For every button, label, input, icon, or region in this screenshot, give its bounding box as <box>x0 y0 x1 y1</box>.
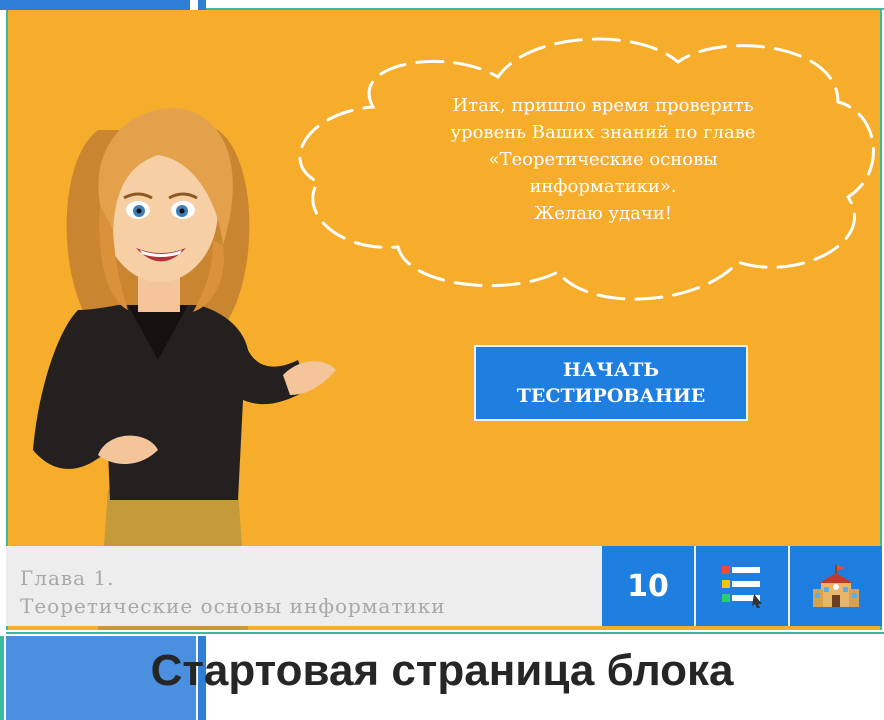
speech-line: Желаю удачи! <box>534 203 672 224</box>
slide-canvas: Итак, пришло время проверить уровень Ваш… <box>6 10 882 630</box>
speech-line: «Теоретические основы <box>488 149 718 170</box>
speech-line: Итак, пришло время проверить <box>452 95 754 116</box>
start-test-label-line1: НАЧАТЬ <box>562 359 660 381</box>
home-school-button[interactable] <box>790 546 882 626</box>
questions-list-icon <box>722 566 762 608</box>
bottom-divider-line <box>6 632 884 634</box>
speech-line: уровень Ваших знаний по главе <box>450 122 756 143</box>
speech-text: Итак, пришло время проверить уровень Ваш… <box>378 92 828 227</box>
start-test-label-line2: ТЕСТИРОВАНИЕ <box>516 385 706 407</box>
questions-list-button[interactable] <box>696 546 788 626</box>
top-accent-block <box>0 0 190 10</box>
top-accent-bar <box>198 0 206 10</box>
speech-line: информатики». <box>529 176 677 197</box>
chapter-footer: Глава 1. Теоретические основы информатик… <box>6 546 882 626</box>
start-test-button[interactable]: НАЧАТЬ ТЕСТИРОВАНИЕ <box>474 345 748 421</box>
school-icon <box>813 565 859 607</box>
page-title: Стартовая страница блока <box>150 646 734 695</box>
chapter-title: Теоретические основы информатики <box>20 594 446 618</box>
question-count: 10 <box>602 546 694 626</box>
chapter-number: Глава 1. <box>20 566 115 590</box>
